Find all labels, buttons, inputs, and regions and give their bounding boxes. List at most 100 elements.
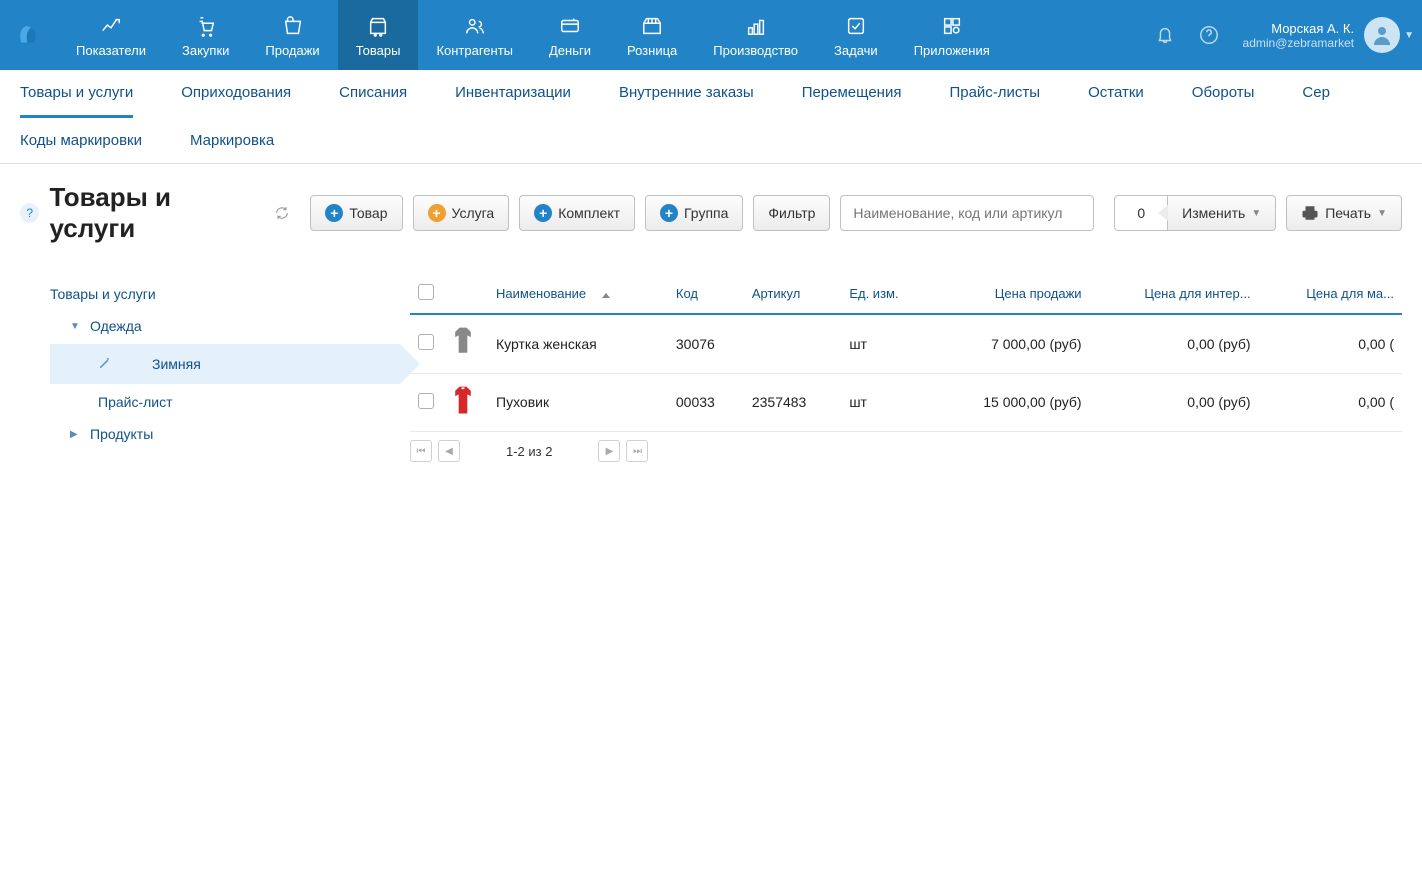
refresh-icon[interactable] [274, 205, 290, 221]
table-row[interactable]: Куртка женская30076шт7 000,00 (руб)0,00 … [410, 314, 1402, 373]
subnav-item[interactable]: Списания [339, 70, 407, 118]
col-code[interactable]: Код [668, 274, 744, 314]
tree-label: Товары и услуги [50, 286, 156, 302]
row-checkbox[interactable] [418, 393, 434, 409]
nav-контрагенты[interactable]: Контрагенты [418, 0, 531, 70]
nav-закупки[interactable]: Закупки [164, 0, 247, 70]
tree-root[interactable]: Товары и услуги [50, 278, 400, 310]
col-name[interactable]: Наименование [488, 274, 668, 314]
filter-button[interactable]: Фильтр [753, 195, 830, 231]
pager-prev-button[interactable]: ◀ [438, 440, 460, 462]
sub-nav: Товары и услуги Оприходования Списания Инве… [0, 70, 1422, 164]
pager: ⏮ ◀ 1-2 из 2 ▶ ⏭ [410, 432, 1402, 470]
col-price-small[interactable]: Цена для ма... [1259, 274, 1402, 314]
top-nav: Показатели Закупки Продажи Товары Контрагент… [0, 0, 1422, 70]
cell-unit: шт [841, 314, 931, 373]
app-logo-icon[interactable] [12, 20, 42, 50]
category-tree: Товары и услуги ▼ Одежда Зимняя Прайс-ли… [20, 258, 410, 470]
col-price-web[interactable]: Цена для интер... [1090, 274, 1259, 314]
chevron-down-icon: ▼ [1404, 30, 1414, 41]
col-unit[interactable]: Ед. изм. [841, 274, 931, 314]
cell-sku [744, 314, 841, 373]
row-checkbox[interactable] [418, 334, 434, 350]
products-content: Наименование Код Артикул Ед. изм. Цена п… [410, 258, 1402, 470]
caret-right-icon: ▶ [70, 429, 82, 440]
subnav-item[interactable]: Маркировка [190, 118, 274, 163]
cell-price-web: 0,00 (руб) [1090, 314, 1259, 373]
cell-name: Куртка женская [488, 314, 668, 373]
nav-label: Продажи [265, 43, 319, 58]
pager-last-button[interactable]: ⏭ [626, 440, 648, 462]
tree-item-products[interactable]: ▶ Продукты [50, 418, 400, 450]
nav-icon [845, 13, 867, 39]
subnav-item[interactable]: Остатки [1088, 70, 1144, 118]
nav-label: Розница [627, 43, 677, 58]
notifications-icon[interactable] [1143, 13, 1187, 57]
select-all-checkbox[interactable] [418, 284, 434, 300]
products-table: Наименование Код Артикул Ед. изм. Цена п… [410, 274, 1402, 432]
nav-label: Контрагенты [436, 43, 513, 58]
cell-name: Пуховик [488, 373, 668, 432]
tree-item-clothes[interactable]: ▼ Одежда [50, 310, 400, 342]
avatar-icon [1364, 17, 1400, 53]
nav-label: Товары [356, 43, 401, 58]
nav-icon [464, 13, 486, 39]
tree-item-pricelist[interactable]: Прайс-лист [50, 386, 400, 418]
plus-icon: + [534, 204, 552, 222]
pager-first-button[interactable]: ⏮ [410, 440, 432, 462]
table-row[interactable]: Пуховик000332357483шт15 000,00 (руб)0,00… [410, 373, 1402, 432]
plus-icon: + [428, 204, 446, 222]
col-sku[interactable]: Артикул [744, 274, 841, 314]
print-button[interactable]: Печать ▼ [1286, 195, 1402, 231]
help-badge-icon[interactable]: ? [20, 203, 39, 223]
help-icon[interactable] [1187, 13, 1231, 57]
plus-icon: + [325, 204, 343, 222]
tree-label: Зимняя [152, 356, 201, 372]
btn-label: Группа [684, 205, 728, 221]
add-group-button[interactable]: + Группа [645, 195, 743, 231]
search-input[interactable] [840, 195, 1094, 231]
pager-next-button[interactable]: ▶ [598, 440, 620, 462]
subnav-item[interactable]: Оприходования [181, 70, 291, 118]
nav-деньги[interactable]: Деньги [531, 0, 609, 70]
tree-label: Продукты [90, 426, 153, 442]
subnav-item[interactable]: Прайс-листы [949, 70, 1040, 118]
col-price[interactable]: Цена продажи [932, 274, 1090, 314]
subnav-item[interactable]: Обороты [1192, 70, 1255, 118]
add-kit-button[interactable]: + Комплект [519, 195, 635, 231]
top-nav-items: Показатели Закупки Продажи Товары Контрагент… [58, 0, 1008, 70]
add-product-button[interactable]: + Товар [310, 195, 402, 231]
cell-price-small: 0,00 ( [1259, 373, 1402, 432]
main: Товары и услуги ▼ Одежда Зимняя Прайс-ли… [0, 258, 1422, 490]
caret-down-icon: ▼ [70, 321, 82, 332]
cell-price: 7 000,00 (руб) [932, 314, 1090, 373]
cell-sku: 2357483 [744, 373, 841, 432]
nav-розница[interactable]: Розница [609, 0, 695, 70]
nav-показатели[interactable]: Показатели [58, 0, 164, 70]
subnav-item[interactable]: Внутренние заказы [619, 70, 754, 118]
subnav-item[interactable]: Перемещения [802, 70, 902, 118]
nav-производство[interactable]: Производство [695, 0, 816, 70]
tree-item-winter[interactable]: Зимняя [50, 344, 400, 384]
nav-icon [941, 13, 963, 39]
nav-приложения[interactable]: Приложения [896, 0, 1008, 70]
nav-label: Показатели [76, 43, 146, 58]
nav-задачи[interactable]: Задачи [816, 0, 896, 70]
nav-label: Деньги [549, 43, 591, 58]
nav-label: Задачи [834, 43, 878, 58]
subnav-item[interactable]: Товары и услуги [20, 70, 133, 118]
nav-label: Закупки [182, 43, 229, 58]
pencil-icon[interactable] [98, 356, 112, 373]
nav-товары[interactable]: Товары [338, 0, 419, 70]
cell-code: 00033 [668, 373, 744, 432]
add-service-button[interactable]: + Услуга [413, 195, 510, 231]
nav-продажи[interactable]: Продажи [247, 0, 337, 70]
nav-icon [282, 13, 304, 39]
tree-label: Прайс-лист [98, 394, 173, 410]
subnav-item[interactable]: Инвентаризации [455, 70, 571, 118]
change-button[interactable]: Изменить ▼ [1168, 195, 1276, 231]
nav-label: Приложения [914, 43, 990, 58]
subnav-item[interactable]: Сер [1302, 70, 1330, 118]
user-menu[interactable]: Морская А. К. admin@zebramarket ▼ [1231, 17, 1422, 53]
subnav-item[interactable]: Коды маркировки [20, 118, 142, 163]
